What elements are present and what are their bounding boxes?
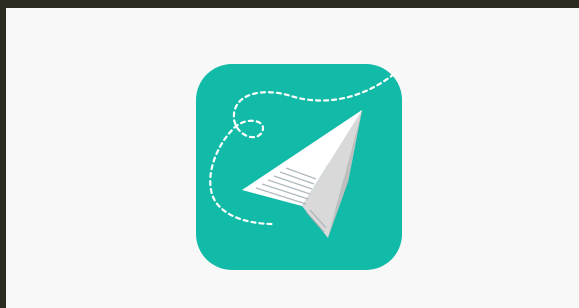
paper-plane-icon: [196, 64, 402, 270]
app-icon[interactable]: [196, 64, 402, 270]
screen-canvas: [6, 8, 579, 308]
screen-frame: [0, 0, 579, 308]
